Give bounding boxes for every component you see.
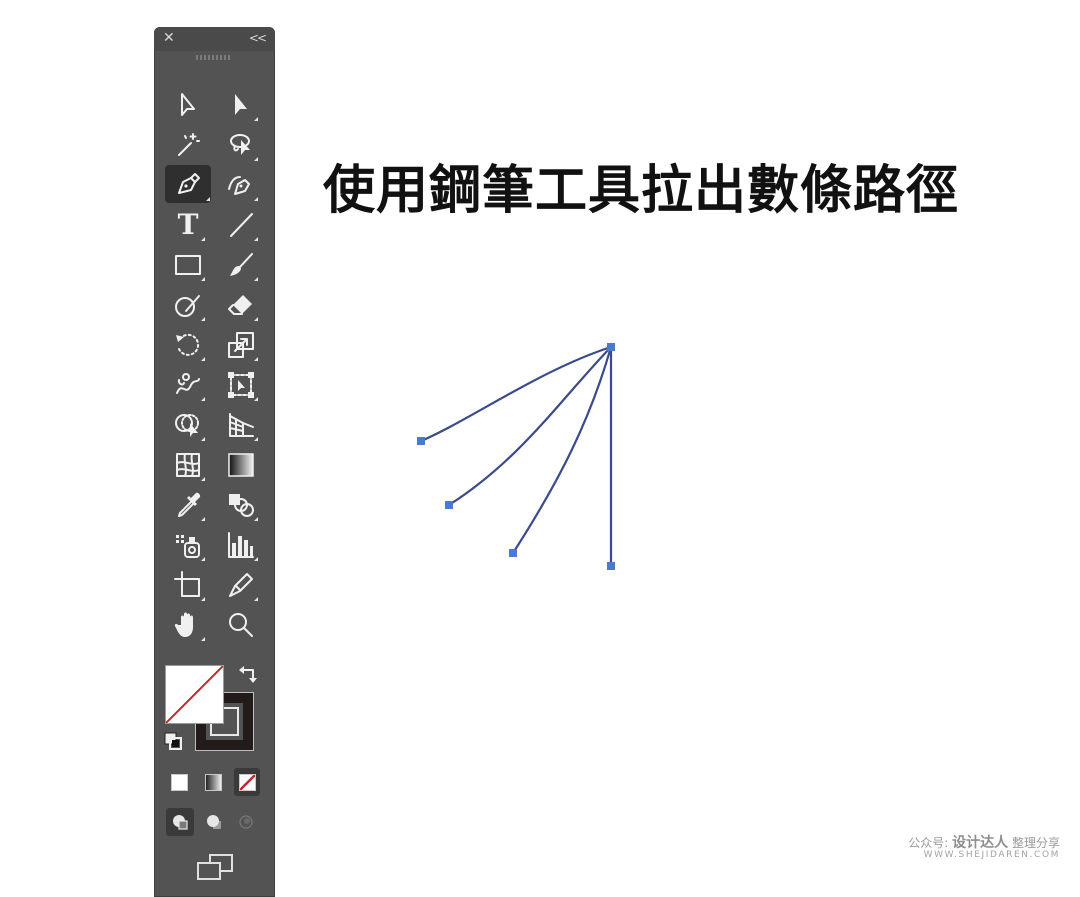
watermark-suffix: 整理分享 [1011,836,1060,850]
anchor-point[interactable] [607,343,615,351]
anchor-point[interactable] [445,501,453,509]
watermark-brand: 设计达人 [952,835,1009,851]
anchor-points [417,343,615,570]
watermark: 公众号: 设计达人 整理分享 [908,832,1060,852]
watermark-url: WWW.SHEJIDAREN.COM [923,850,1060,860]
watermark-prefix: 公众号: [908,836,949,850]
path-2[interactable] [448,346,612,506]
anchor-point[interactable] [509,549,517,557]
path-3[interactable] [512,346,613,554]
anchor-point[interactable] [607,562,615,570]
path-group [420,345,613,566]
anchor-point[interactable] [417,437,425,445]
pen-paths-artwork [417,343,615,570]
